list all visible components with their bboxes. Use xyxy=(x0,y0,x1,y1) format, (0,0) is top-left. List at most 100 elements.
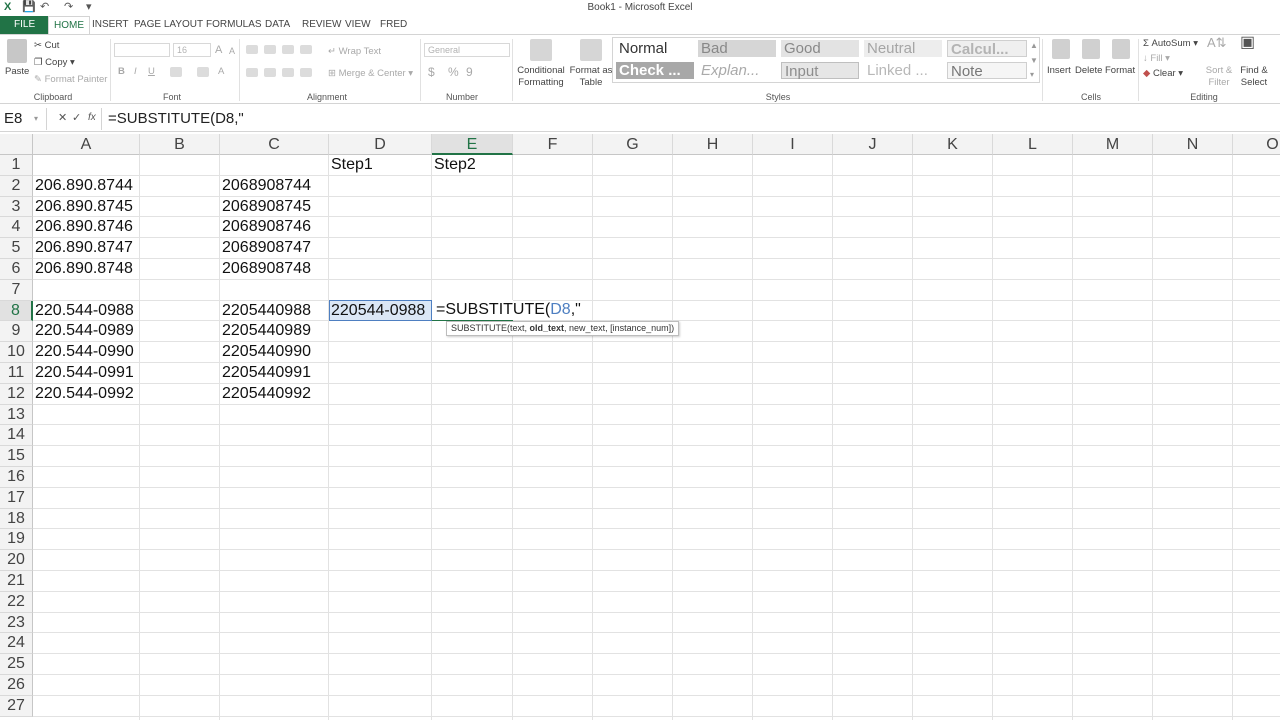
conditional-formatting-button[interactable]: Conditional Formatting xyxy=(515,65,567,89)
cell-c5[interactable]: 2068908747 xyxy=(220,238,311,258)
column-header-h[interactable]: H xyxy=(673,134,753,155)
tab-view[interactable]: VIEW xyxy=(340,16,376,34)
conditional-formatting-icon[interactable] xyxy=(530,39,552,61)
row-header-23[interactable]: 23 xyxy=(0,612,33,634)
cell-a5[interactable]: 206.890.8747 xyxy=(33,238,133,258)
wrap-text-button[interactable]: ↵ Wrap Text xyxy=(328,46,381,58)
style-linked-cell[interactable]: Linked ... xyxy=(864,62,942,79)
cell-c2[interactable]: 2068908744 xyxy=(220,176,311,196)
percent-button[interactable]: % xyxy=(448,66,459,78)
column-header-a[interactable]: A xyxy=(33,134,140,155)
bold-button[interactable]: B xyxy=(118,66,125,78)
row-header-3[interactable]: 3 xyxy=(0,196,33,218)
column-header-m[interactable]: M xyxy=(1073,134,1153,155)
row-header-11[interactable]: 11 xyxy=(0,363,33,384)
tab-home[interactable]: HOME xyxy=(48,16,90,35)
style-check-cell[interactable]: Check ... xyxy=(616,62,694,79)
borders-icon[interactable] xyxy=(170,67,182,77)
column-header-k[interactable]: K xyxy=(913,134,993,155)
format-painter-button[interactable]: ✎ Format Painter xyxy=(34,74,107,86)
row-header-24[interactable]: 24 xyxy=(0,633,33,655)
row-header-20[interactable]: 20 xyxy=(0,550,33,571)
cell-a8[interactable]: 220.544-0988 xyxy=(33,301,134,321)
row-header-9[interactable]: 9 xyxy=(0,321,33,343)
style-normal[interactable]: Normal xyxy=(616,40,694,57)
tab-page-layout[interactable]: PAGE LAYOUT xyxy=(129,16,208,34)
row-header-16[interactable]: 16 xyxy=(0,467,33,488)
cell-c9[interactable]: 2205440989 xyxy=(220,321,311,341)
row-header-26[interactable]: 26 xyxy=(0,675,33,696)
fill-color-icon[interactable] xyxy=(197,67,209,77)
insert-cells-icon[interactable] xyxy=(1052,39,1070,59)
column-header-e[interactable]: E xyxy=(432,134,513,155)
column-header-o[interactable]: O xyxy=(1233,134,1280,155)
binoculars-icon[interactable]: ▣ xyxy=(1240,35,1255,51)
currency-button[interactable]: $ xyxy=(428,66,435,78)
tab-insert[interactable]: INSERT xyxy=(87,16,134,34)
format-cells-icon[interactable] xyxy=(1112,39,1130,59)
row-header-1[interactable]: 1 xyxy=(0,155,33,176)
style-explanatory[interactable]: Explan... xyxy=(698,62,776,79)
row-header-5[interactable]: 5 xyxy=(0,238,33,259)
style-calculation[interactable]: Calcul... xyxy=(947,40,1027,58)
font-name-combo[interactable] xyxy=(114,43,170,57)
cell-c8[interactable]: 2205440988 xyxy=(220,301,311,321)
align-top-icon[interactable] xyxy=(246,45,258,54)
insert-function-icon[interactable]: fx xyxy=(88,112,96,124)
cell-a2[interactable]: 206.890.8744 xyxy=(33,176,133,196)
clear-button[interactable]: ◆ Clear ▾ xyxy=(1143,68,1183,80)
copy-button[interactable]: ❐ Copy ▾ xyxy=(34,57,75,69)
paste-button[interactable]: Paste xyxy=(5,66,29,78)
row-header-18[interactable]: 18 xyxy=(0,508,33,530)
format-as-table-button[interactable]: Format as Table xyxy=(569,65,613,89)
edit-cell-text[interactable]: =SUBSTITUTE(D8," xyxy=(434,300,581,320)
cell-a10[interactable]: 220.544-0990 xyxy=(33,342,134,362)
column-header-f[interactable]: F xyxy=(513,134,593,155)
align-bottom-icon[interactable] xyxy=(282,45,294,54)
column-header-d[interactable]: D xyxy=(329,134,432,155)
cell-a4[interactable]: 206.890.8746 xyxy=(33,217,133,237)
cancel-icon[interactable]: ✕ xyxy=(58,112,67,124)
row-header-22[interactable]: 22 xyxy=(0,591,33,613)
fill-button[interactable]: ↓ Fill ▾ xyxy=(1143,53,1170,65)
autosum-button[interactable]: Σ AutoSum ▾ xyxy=(1143,38,1198,50)
row-header-14[interactable]: 14 xyxy=(0,425,33,447)
enter-icon[interactable]: ✓ xyxy=(72,112,81,124)
column-header-g[interactable]: G xyxy=(593,134,673,155)
column-header-c[interactable]: C xyxy=(220,134,329,155)
find-select-button[interactable]: Find & Select xyxy=(1234,65,1274,89)
cell-e1[interactable]: Step2 xyxy=(432,155,476,175)
row-header-15[interactable]: 15 xyxy=(0,446,33,467)
tab-formulas[interactable]: FORMULAS xyxy=(201,16,267,34)
cell-c6[interactable]: 2068908748 xyxy=(220,259,311,279)
orientation-icon[interactable] xyxy=(300,45,312,54)
cell-c11[interactable]: 2205440991 xyxy=(220,363,311,383)
row-header-8[interactable]: 8 xyxy=(0,300,33,322)
row-header-10[interactable]: 10 xyxy=(0,342,33,363)
gallery-scroll-up-icon[interactable]: ▲ xyxy=(1030,40,1038,52)
cut-button[interactable]: ✂ Cut xyxy=(34,40,59,52)
cell-a11[interactable]: 220.544-0991 xyxy=(33,363,134,383)
column-header-n[interactable]: N xyxy=(1153,134,1233,155)
sort-filter-button[interactable]: Sort & Filter xyxy=(1202,65,1236,89)
paste-icon[interactable] xyxy=(7,39,27,63)
row-header-7[interactable]: 7 xyxy=(0,279,33,301)
cell-c3[interactable]: 2068908745 xyxy=(220,197,311,217)
align-middle-icon[interactable] xyxy=(264,45,276,54)
insert-cells-button[interactable]: Insert xyxy=(1047,65,1071,77)
cell-d1[interactable]: Step1 xyxy=(329,155,373,175)
format-cells-button[interactable]: Format xyxy=(1105,65,1135,77)
tab-data[interactable]: DATA xyxy=(260,16,295,34)
font-size-combo[interactable]: 16 xyxy=(173,43,211,57)
column-header-i[interactable]: I xyxy=(753,134,833,155)
cell-d8[interactable]: 220544-0988 xyxy=(329,301,425,321)
column-header-j[interactable]: J xyxy=(833,134,913,155)
font-color-icon[interactable]: A xyxy=(218,66,224,78)
comma-style-button[interactable]: 9 xyxy=(466,66,473,78)
column-header-l[interactable]: L xyxy=(993,134,1073,155)
cell-c4[interactable]: 2068908746 xyxy=(220,217,311,237)
align-center-icon[interactable] xyxy=(264,68,276,77)
style-good[interactable]: Good xyxy=(781,40,859,57)
column-header-b[interactable]: B xyxy=(140,134,220,155)
gallery-more-icon[interactable]: ▾ xyxy=(1030,69,1034,81)
